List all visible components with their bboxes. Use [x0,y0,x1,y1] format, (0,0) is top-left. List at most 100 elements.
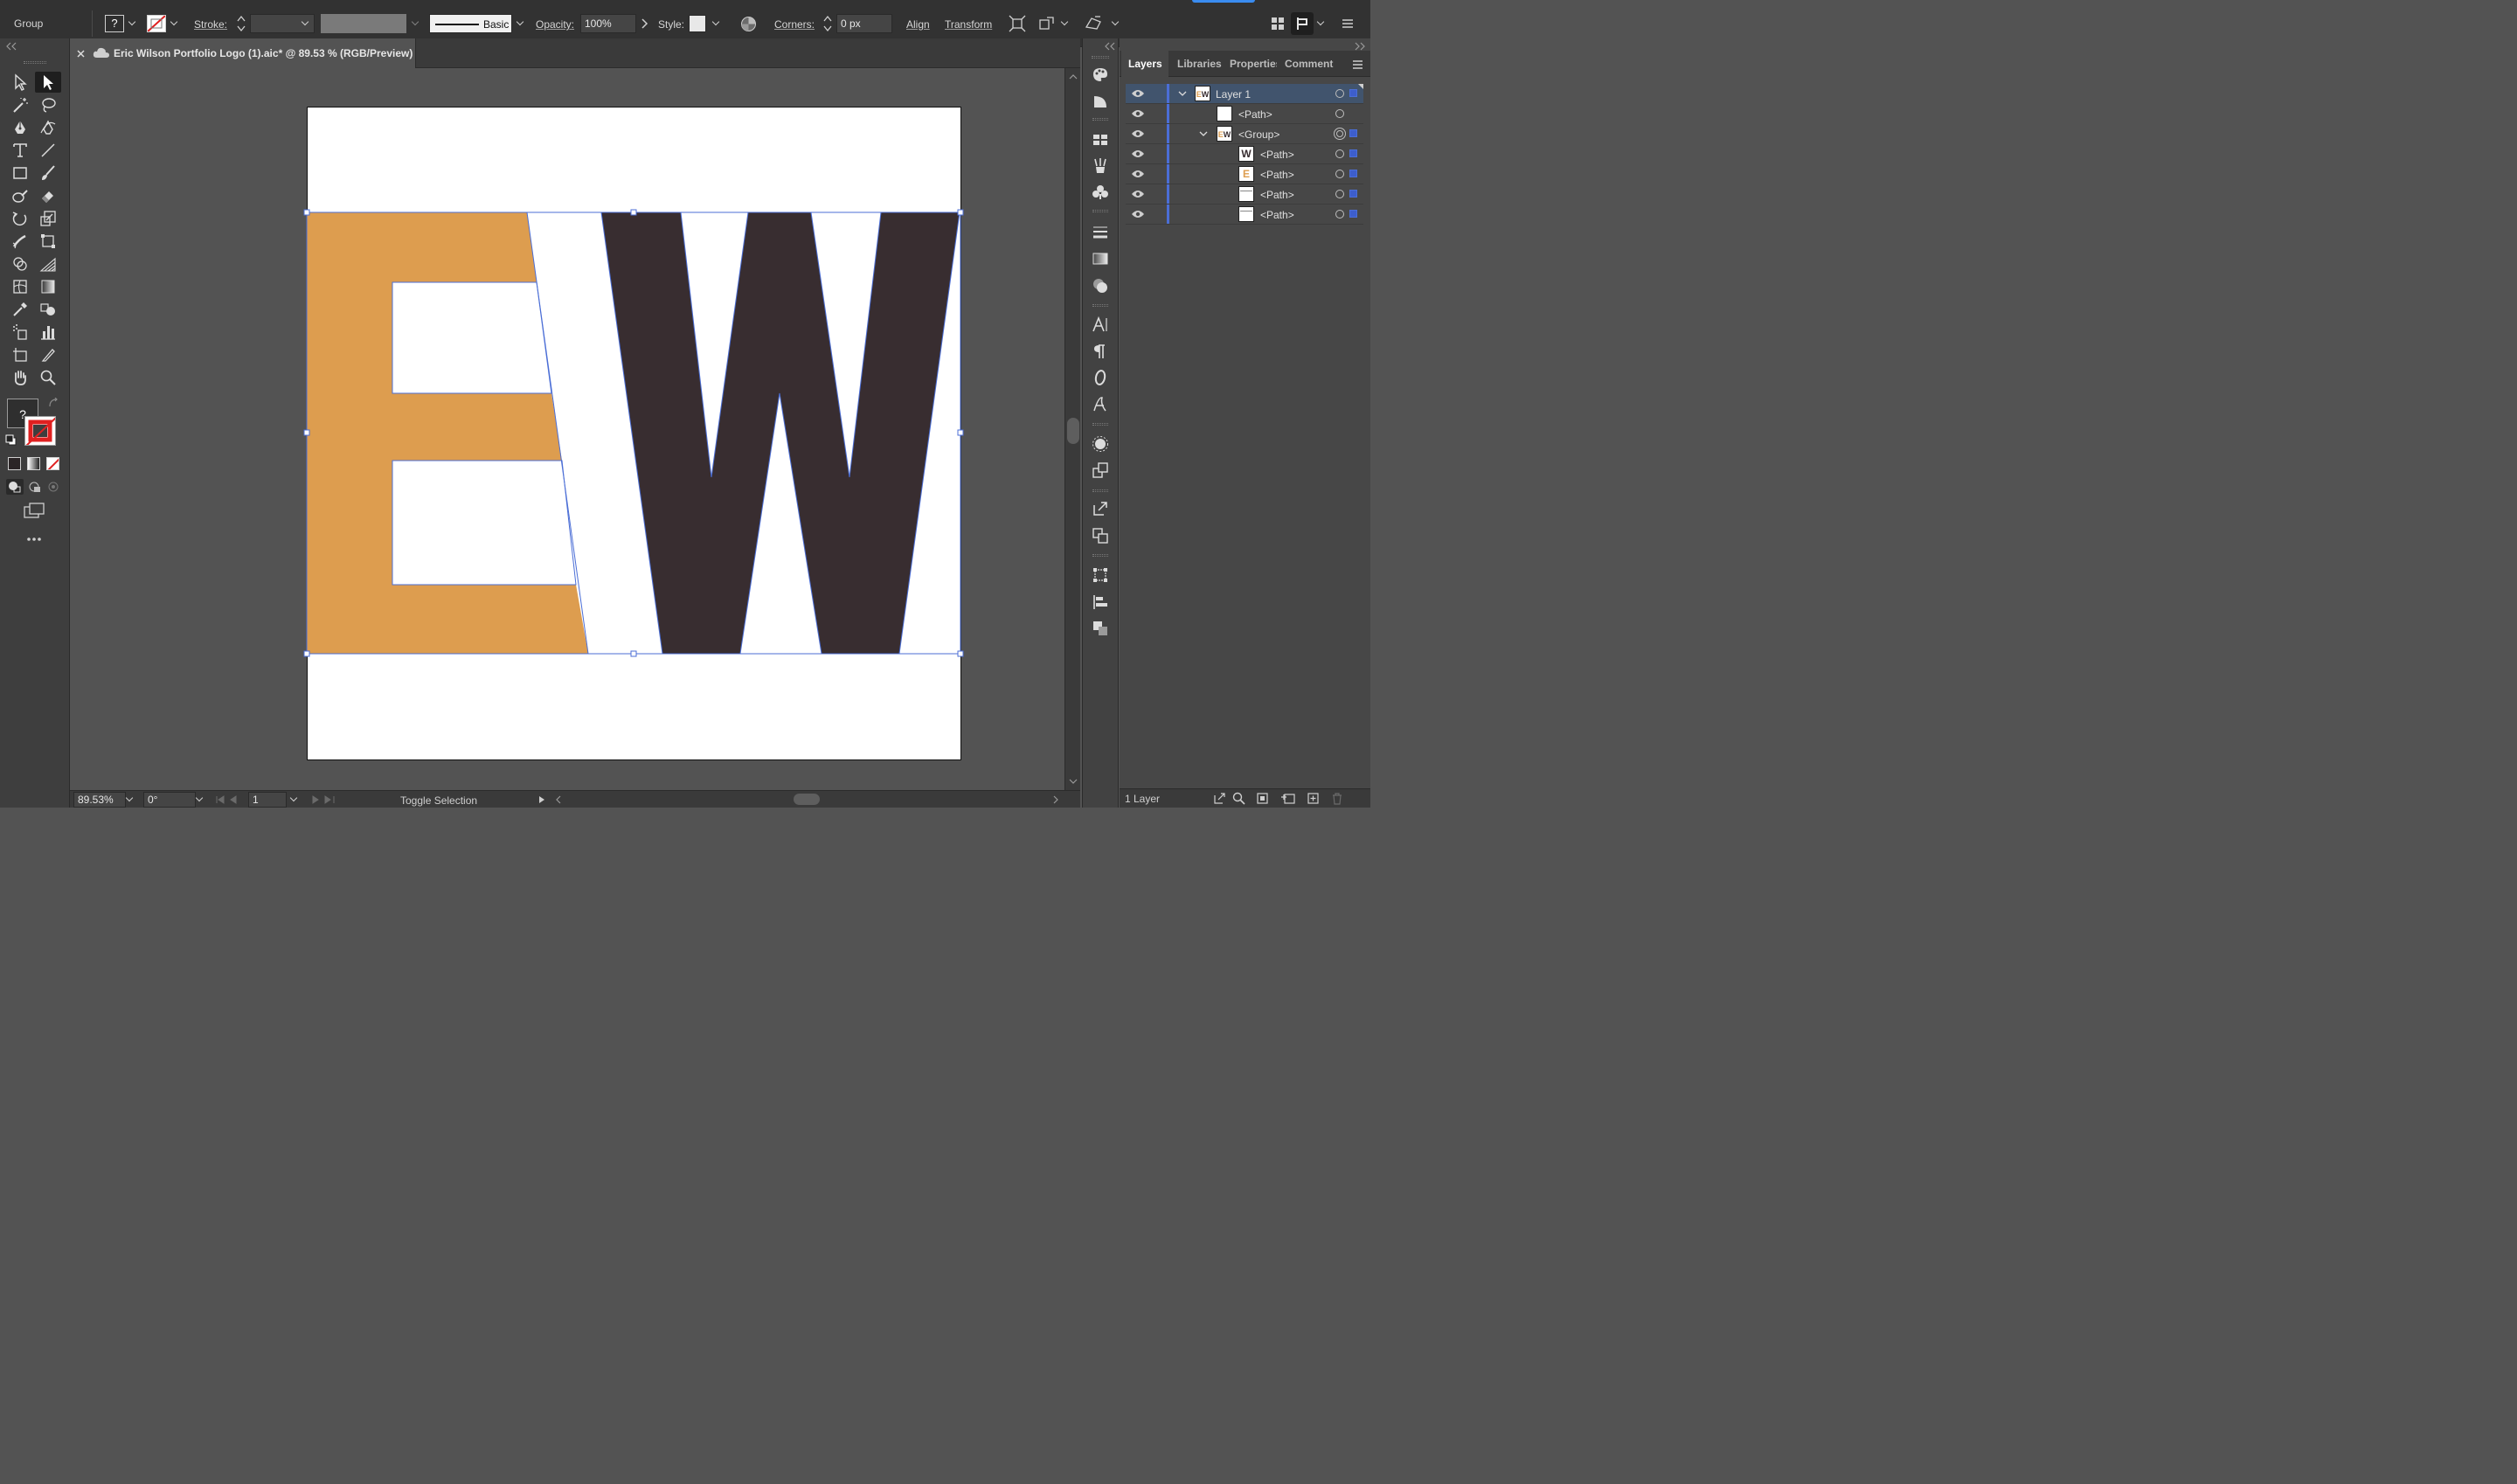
hand-tool-icon[interactable] [9,367,31,388]
dock-grip[interactable] [1092,56,1109,59]
direct-selection-tool-icon[interactable] [35,72,61,93]
align-link[interactable]: Align [906,18,930,31]
transform-link[interactable]: Transform [945,18,992,31]
selection-indicator-icon[interactable] [1349,129,1357,137]
layer-row-path-e[interactable]: E <Path> [1126,164,1363,184]
puppet-warp-icon[interactable] [1038,15,1056,32]
stroke-stepper-icon[interactable] [236,14,246,33]
stroke-weight-chevron-icon[interactable] [302,19,309,26]
pathfinder-panel-icon[interactable] [1092,620,1109,637]
artboards-panel-icon[interactable] [1092,527,1109,544]
corners-input[interactable]: 0 px [836,14,892,33]
default-fill-stroke-icon[interactable] [5,434,17,446]
collapse-layers-panel-icon[interactable] [1354,42,1366,51]
curvature-tool-icon[interactable] [37,117,59,138]
corners-label[interactable]: Corners: [774,18,815,31]
envelope-dropdown-chevron-icon[interactable] [1112,19,1119,26]
mesh-tool-icon[interactable] [9,276,31,297]
graphic-styles-panel-icon[interactable] [1092,461,1109,479]
selection-indicator-icon[interactable] [1349,89,1357,97]
color-guide-icon[interactable] [1092,93,1109,110]
layer-row-path-6[interactable]: <Path> [1126,205,1363,225]
create-new-layer-icon[interactable] [1307,792,1320,805]
next-last-artboard-icon[interactable] [309,795,341,804]
swap-fill-stroke-icon[interactable] [48,398,59,408]
rotation-input[interactable]: 0° [143,792,196,808]
vertical-scroll-thumb[interactable] [1067,418,1079,444]
ew-logo-artwork[interactable] [302,208,965,659]
transform-panel-icon[interactable] [1092,566,1109,584]
isolate-group-icon[interactable] [1009,15,1026,32]
arrange-documents-icon[interactable] [1271,17,1285,31]
visibility-eye-icon[interactable] [1131,108,1145,119]
dock-grip[interactable] [1092,118,1108,121]
color-mode-button[interactable] [8,457,21,470]
draw-normal-button[interactable] [6,479,24,495]
artboard-chevron-icon[interactable] [290,795,297,802]
dock-grip[interactable] [1092,554,1108,557]
stroke-label[interactable]: Stroke: [194,18,227,31]
none-mode-button[interactable] [46,457,59,470]
path-name[interactable]: <Path> [1260,149,1294,161]
path-name[interactable]: <Path> [1260,169,1294,181]
target-circle-icon[interactable] [1335,190,1344,198]
layer-row-layer-1[interactable]: EW Layer 1 [1126,84,1363,104]
free-transform-tool-icon[interactable] [37,231,59,252]
first-previous-artboard-icon[interactable] [215,795,246,804]
eraser-tool-icon[interactable] [37,185,59,206]
selection-indicator-icon[interactable] [1349,149,1357,157]
dock-grip[interactable] [1092,423,1108,426]
export-for-screens-icon[interactable] [1213,792,1226,805]
scale-tool-icon[interactable] [37,208,59,229]
scroll-up-arrow-icon[interactable] [1069,73,1078,80]
paragraph-panel-icon[interactable] [1092,343,1109,360]
workspace-chevron-icon[interactable] [1317,19,1324,26]
group-name[interactable]: <Group> [1238,128,1279,141]
variable-width-profile[interactable] [321,14,406,33]
edit-toolbar-more-icon[interactable] [26,536,42,543]
document-tab[interactable]: Eric Wilson Portfolio Logo (1).aic* @ 89… [70,38,416,68]
draw-inside-icon[interactable] [46,479,60,495]
visibility-eye-icon[interactable] [1131,189,1145,199]
magic-wand-tool-icon[interactable] [9,94,31,115]
transparency-panel-icon[interactable] [1092,277,1109,295]
fill-dropdown-chevron-icon[interactable] [128,19,135,26]
opentype-panel-icon[interactable] [1092,369,1109,386]
align-panel-icon[interactable] [1092,593,1109,611]
warp-dropdown-chevron-icon[interactable] [1061,19,1068,26]
status-text[interactable]: Toggle Selection [400,794,477,807]
pen-tool-icon[interactable] [9,117,31,138]
toolbar-grip[interactable] [24,61,46,64]
tab-libraries[interactable]: Libraries [1177,58,1222,70]
scroll-down-arrow-icon[interactable] [1069,778,1078,785]
rectangle-tool-icon[interactable] [9,163,31,184]
stroke-swatch[interactable] [147,15,166,32]
layers-panel-menu-icon[interactable] [1352,59,1363,70]
opacity-arrow-icon[interactable] [640,17,648,30]
target-circle-icon[interactable] [1335,89,1344,98]
gradient-panel-icon[interactable] [1092,250,1109,267]
eyedropper-tool-icon[interactable] [9,299,31,320]
expand-chevron-icon[interactable] [1178,91,1187,97]
brush-definition-dropdown[interactable]: Basic [429,14,512,33]
draw-behind-icon[interactable] [27,479,43,495]
collapse-panel-icon[interactable] [5,42,17,51]
target-circle-icon[interactable] [1335,109,1344,118]
horizontal-scroll-thumb[interactable] [794,794,820,805]
symbols-panel-icon[interactable] [1092,184,1109,201]
change-screen-mode-icon[interactable] [23,502,45,519]
layer-row-path-5[interactable]: <Path> [1126,184,1363,205]
visibility-eye-icon[interactable] [1131,128,1145,139]
selection-indicator-icon[interactable] [1349,210,1357,218]
column-graph-tool-icon[interactable] [37,322,59,343]
visibility-eye-icon[interactable] [1131,209,1145,219]
symbol-sprayer-tool-icon[interactable] [9,322,31,343]
zoom-chevron-icon[interactable] [126,795,133,802]
tab-layers[interactable]: Layers [1128,58,1162,70]
target-circle-icon[interactable] [1335,149,1344,158]
delete-layer-icon[interactable] [1331,792,1343,805]
create-sublayer-icon[interactable] [1280,792,1296,805]
share-button-edge[interactable] [1192,0,1255,3]
gradient-tool-icon[interactable] [37,276,59,297]
warp-tool-icon[interactable] [9,231,31,252]
